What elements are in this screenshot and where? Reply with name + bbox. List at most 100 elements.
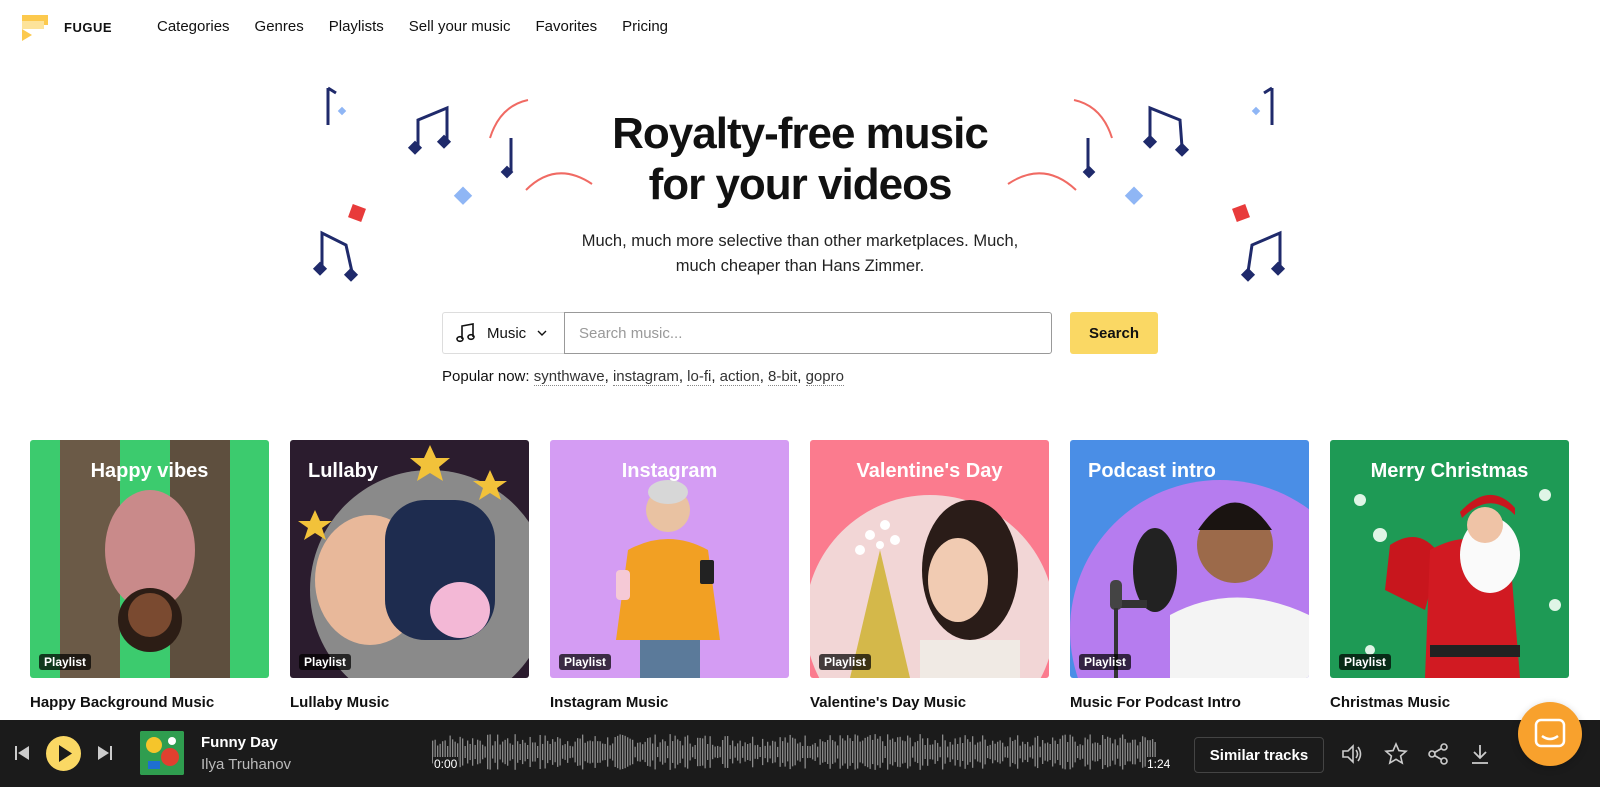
waveform-bar xyxy=(679,740,681,764)
play-icon xyxy=(59,745,72,762)
waveform-bar xyxy=(634,746,636,758)
card-badge: Playlist xyxy=(1339,654,1392,670)
track-artist[interactable]: Ilya Truhanov xyxy=(201,756,291,773)
waveform-bar xyxy=(1072,736,1074,768)
popular-tag-instagram[interactable]: instagram xyxy=(612,368,679,386)
waveform-bar xyxy=(699,737,701,767)
waveform-bar xyxy=(539,734,541,770)
waveform-bar xyxy=(909,737,911,767)
popular-tags: Popular now: synthwave, instagram, lo-fi… xyxy=(442,368,844,386)
waveform-bar xyxy=(1119,737,1121,767)
waveform-bar xyxy=(1109,737,1111,767)
waveform-bar xyxy=(642,744,644,760)
playlist-card[interactable]: Happy vibes Playlist Happy Background Mu… xyxy=(30,440,269,711)
download-icon[interactable] xyxy=(1468,742,1492,766)
nav-sell-your-music[interactable]: Sell your music xyxy=(409,18,511,35)
waveform-bar xyxy=(809,746,811,758)
waveform-bar xyxy=(614,737,616,767)
nav-favorites[interactable]: Favorites xyxy=(535,18,597,35)
waveform-bar xyxy=(462,738,464,766)
card-thumbnail[interactable]: Merry Christmas Playlist xyxy=(1330,440,1569,678)
nav-genres[interactable]: Genres xyxy=(255,18,304,35)
card-name[interactable]: Lullaby Music xyxy=(290,694,529,711)
share-icon[interactable] xyxy=(1426,742,1450,766)
nav-pricing[interactable]: Pricing xyxy=(622,18,668,35)
playlist-card[interactable]: Instagram Playlist Instagram Music xyxy=(550,440,789,711)
waveform-bar xyxy=(492,745,494,759)
waveform-bar xyxy=(762,738,764,766)
waveform-bar xyxy=(867,736,869,768)
waveform-bar xyxy=(1112,743,1114,761)
waveform-bar xyxy=(644,741,646,763)
waveform-bar xyxy=(1034,737,1036,767)
star-icon[interactable] xyxy=(1384,742,1408,766)
card-name[interactable]: Happy Background Music xyxy=(30,694,269,711)
waveform-bar xyxy=(924,744,926,760)
card-name[interactable]: Music For Podcast Intro xyxy=(1070,694,1309,711)
waveform-seekbar[interactable] xyxy=(432,730,1156,774)
waveform-bar xyxy=(547,740,549,764)
waveform-bar xyxy=(674,735,676,769)
playlist-card[interactable]: Lullaby Playlist Lullaby Music xyxy=(290,440,529,711)
waveform-bar xyxy=(1089,734,1091,770)
waveform-bar xyxy=(739,740,741,764)
card-name[interactable]: Valentine's Day Music xyxy=(810,694,1049,711)
next-icon[interactable] xyxy=(97,744,113,762)
waveform-bar xyxy=(757,744,759,760)
logo-flag-icon[interactable] xyxy=(22,15,48,41)
playlist-card[interactable]: Podcast intro Playlist Music For Podcast… xyxy=(1070,440,1309,711)
waveform-bar xyxy=(937,742,939,762)
playlist-card[interactable]: Valentine's Day Playlist Valentine's Day… xyxy=(810,440,1049,711)
waveform-bar xyxy=(469,743,471,761)
popular-tag-gopro[interactable]: gopro xyxy=(805,368,844,386)
waveform-bar xyxy=(854,734,856,770)
card-thumbnail[interactable]: Happy vibes Playlist xyxy=(30,440,269,678)
nav-categories[interactable]: Categories xyxy=(157,18,230,35)
play-button[interactable] xyxy=(46,736,81,771)
waveform-bar xyxy=(919,734,921,770)
volume-icon[interactable] xyxy=(1340,742,1364,766)
nav-playlists[interactable]: Playlists xyxy=(329,18,384,35)
waveform-bar xyxy=(677,739,679,765)
waveform-bar xyxy=(527,745,529,759)
card-name[interactable]: Instagram Music xyxy=(550,694,789,711)
waveform-bar xyxy=(599,741,601,763)
similar-tracks-button[interactable]: Similar tracks xyxy=(1194,737,1324,773)
previous-icon[interactable] xyxy=(14,744,30,762)
search-type-dropdown[interactable]: Music xyxy=(442,312,564,354)
popular-tag-action[interactable]: action xyxy=(719,368,760,386)
search-input[interactable] xyxy=(564,312,1052,354)
waveform-bar xyxy=(1054,740,1056,764)
hero-subtitle-line1: Much, much more selective than other mar… xyxy=(581,232,1019,250)
time-total: 1:24 xyxy=(1146,757,1172,771)
waveform-bar xyxy=(929,744,931,760)
waveform-bar xyxy=(1087,739,1089,765)
waveform-bar xyxy=(494,741,496,763)
track-title[interactable]: Funny Day xyxy=(201,734,278,751)
waveform-bar xyxy=(729,745,731,759)
search-button[interactable]: Search xyxy=(1070,312,1158,354)
popular-tag-8bit[interactable]: 8-bit xyxy=(768,368,798,386)
chat-widget-button[interactable] xyxy=(1518,702,1582,766)
waveform-bar xyxy=(522,739,524,765)
waveform-bar xyxy=(1039,746,1041,758)
card-thumbnail[interactable]: Valentine's Day Playlist xyxy=(810,440,1049,678)
waveform-bar xyxy=(657,746,659,758)
waveform-bar xyxy=(829,735,831,769)
waveform-bar xyxy=(884,746,886,758)
card-thumbnail[interactable]: Instagram Playlist xyxy=(550,440,789,678)
waveform-bar xyxy=(1129,742,1131,762)
waveform-bar xyxy=(842,738,844,766)
waveform-bar xyxy=(697,737,699,767)
card-thumbnail[interactable]: Lullaby Playlist xyxy=(290,440,529,678)
waveform-bar xyxy=(832,740,834,764)
waveform-bar xyxy=(1107,736,1109,768)
waveform-bar xyxy=(892,738,894,766)
waveform-bar xyxy=(922,738,924,766)
popular-tag-lofi[interactable]: lo-fi xyxy=(687,368,712,386)
card-thumbnail[interactable]: Podcast intro Playlist xyxy=(1070,440,1309,678)
brand-name[interactable]: FUGUE xyxy=(64,20,112,35)
playlist-card[interactable]: Merry Christmas Playlist Christmas Music xyxy=(1330,440,1569,711)
popular-tag-synthwave[interactable]: synthwave xyxy=(533,368,605,386)
track-cover[interactable] xyxy=(140,731,184,775)
